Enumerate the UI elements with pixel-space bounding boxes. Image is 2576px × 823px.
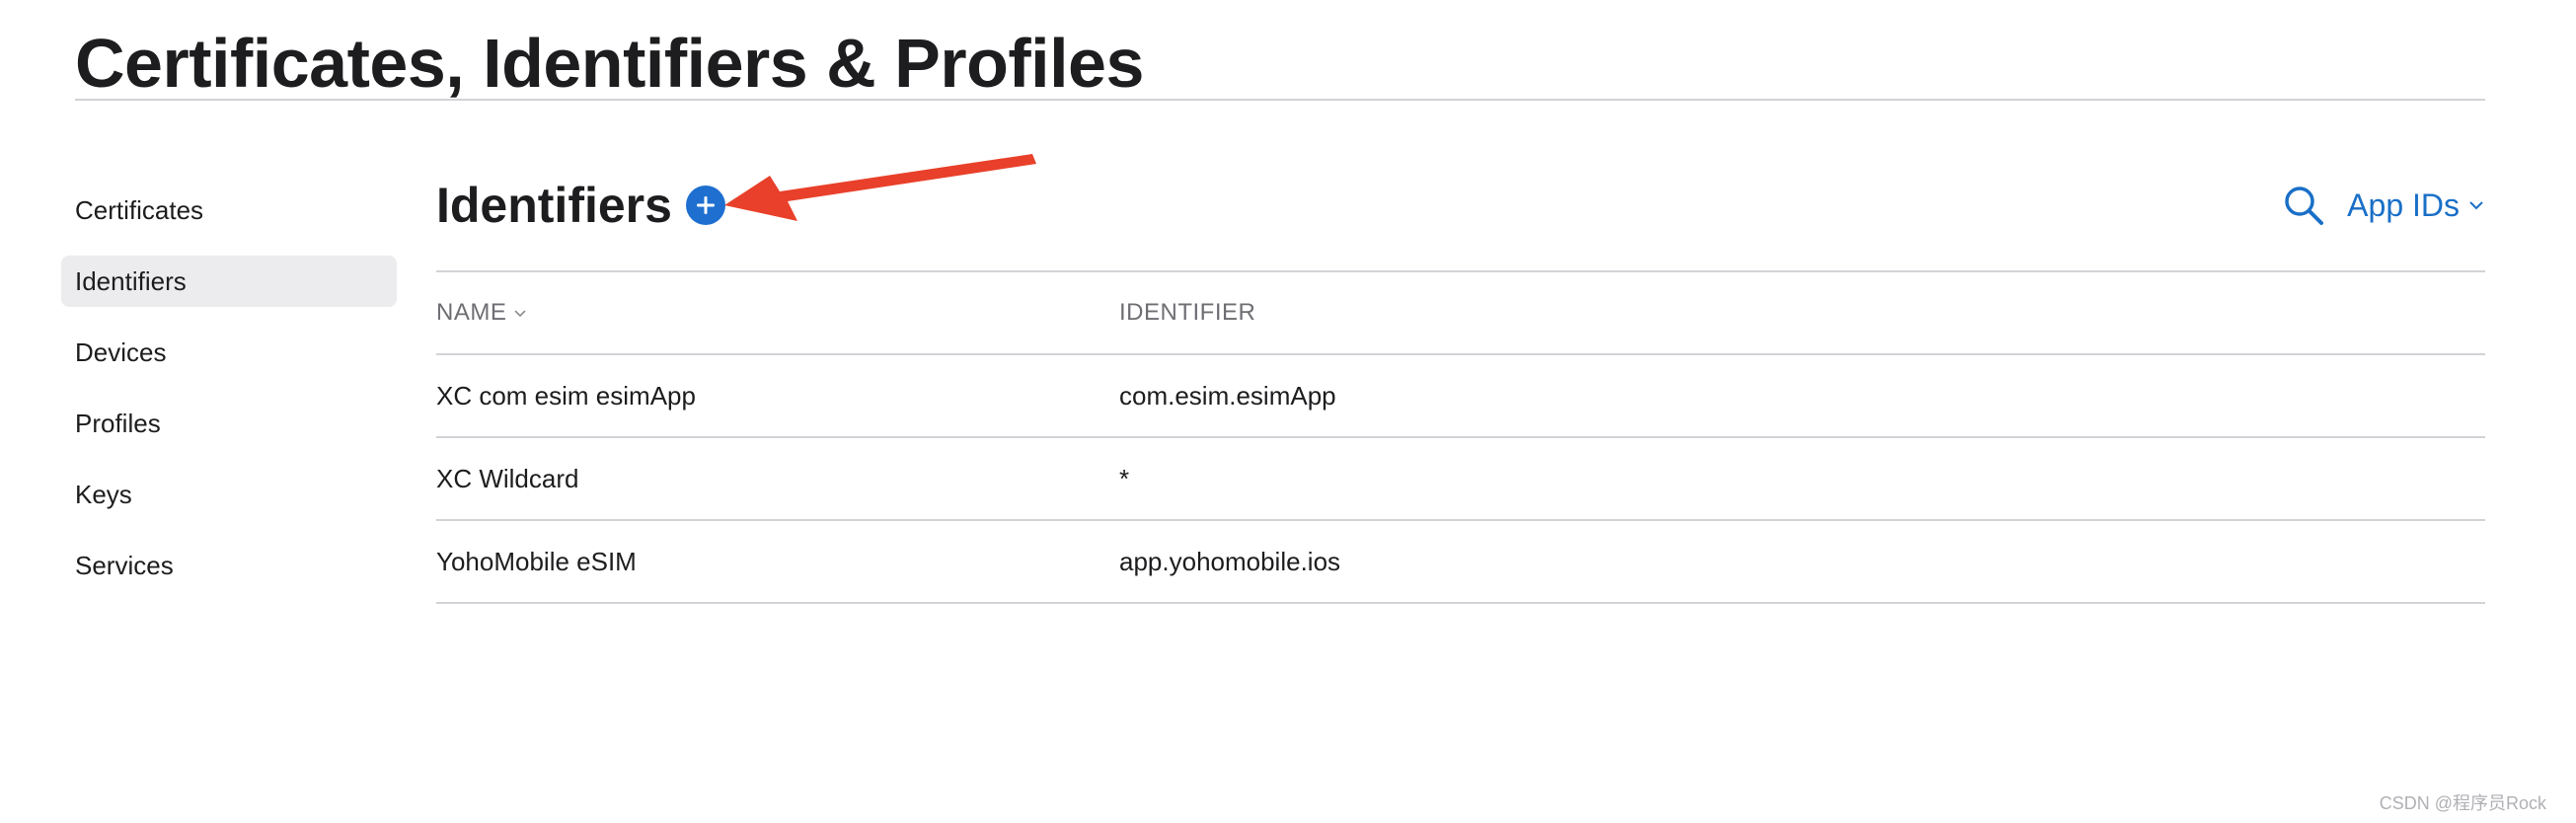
- sidebar-nav: Certificates Identifiers Devices Profile…: [61, 185, 397, 611]
- table-body: XC com esim esimApp com.esim.esimApp XC …: [436, 353, 2485, 604]
- sidebar-item-devices[interactable]: Devices: [61, 327, 397, 378]
- title-divider: [75, 99, 2485, 101]
- section-title: Identifiers: [436, 178, 672, 233]
- sidebar-item-keys[interactable]: Keys: [61, 469, 397, 520]
- identifier-type-filter[interactable]: App IDs: [2347, 187, 2485, 224]
- section-header: Identifiers: [436, 170, 725, 241]
- page-title: Certificates, Identifiers & Profiles: [75, 25, 1144, 102]
- table-row[interactable]: XC com esim esimApp com.esim.esimApp: [436, 353, 2485, 436]
- row-name: YohoMobile eSIM: [436, 546, 637, 576]
- table-row[interactable]: YohoMobile eSIM app.yohomobile.ios: [436, 519, 2485, 604]
- table-header: NAME IDENTIFIER: [436, 270, 2485, 353]
- table-row[interactable]: XC Wildcard *: [436, 436, 2485, 519]
- name-column-header[interactable]: NAME: [436, 299, 1119, 327]
- identifier-type-filter-value: App IDs: [2347, 187, 2460, 223]
- row-identifier: app.yohomobile.ios: [1119, 546, 1341, 576]
- row-name: XC Wildcard: [436, 463, 579, 493]
- row-identifier: com.esim.esimApp: [1119, 380, 1336, 411]
- sort-chevron-icon: [512, 308, 528, 318]
- watermark: CSDN @程序员Rock: [2379, 793, 2546, 813]
- search-icon[interactable]: [2282, 184, 2325, 227]
- sidebar-item-certificates[interactable]: Certificates: [61, 185, 397, 236]
- annotation-arrow-icon: [724, 154, 1036, 221]
- chevron-down-icon: [2467, 199, 2485, 211]
- table-controls: App IDs: [2282, 180, 2485, 231]
- sidebar-item-identifiers[interactable]: Identifiers: [61, 256, 397, 307]
- identifier-column-header: IDENTIFIER: [1119, 299, 1256, 326]
- sidebar-item-profiles[interactable]: Profiles: [61, 398, 397, 449]
- row-identifier: *: [1119, 463, 1130, 493]
- sidebar-item-services[interactable]: Services: [61, 540, 397, 591]
- identifiers-table: NAME IDENTIFIER XC com esim esimApp com.…: [436, 270, 2485, 604]
- name-column-label: NAME: [436, 299, 507, 326]
- row-name: XC com esim esimApp: [436, 380, 696, 411]
